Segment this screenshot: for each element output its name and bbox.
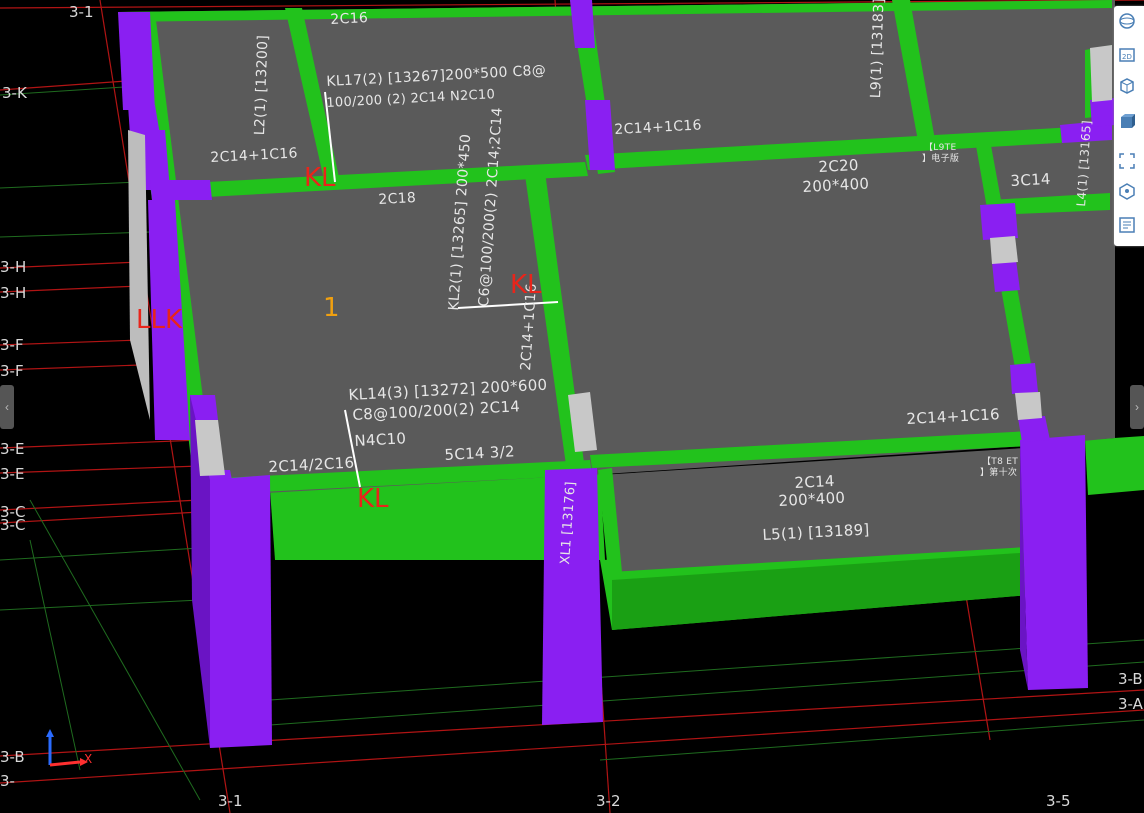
axis-label-bottom: 3-5 <box>1046 792 1071 810</box>
beam-annotation: N4C10 <box>354 429 407 450</box>
axis-label-right: 3-B <box>1118 670 1143 688</box>
model-viewport[interactable]: 3-1 3-K 3-H 3-H 3-F 3-F 3-E 3-E 3-C 3-C … <box>0 0 1144 813</box>
beam-annotation: 5C14 3/2 <box>444 442 516 464</box>
view-toolbar: 2D <box>1114 6 1144 246</box>
right-panel-toggle[interactable]: › <box>1130 385 1144 429</box>
axis-label-left: 3-F <box>0 362 24 380</box>
llk-marker: LLK <box>136 305 183 335</box>
kl-marker: KL <box>357 484 389 514</box>
watermark-text: 】电子版 <box>922 154 960 164</box>
axis-label-right: 3-A <box>1118 695 1143 713</box>
slab-number-marker: 1 <box>323 293 340 323</box>
beam-annotation: 2C18 <box>378 190 417 208</box>
axis-label-bottom: 3-2 <box>596 792 621 810</box>
axis-label-left: 3-E <box>0 465 25 483</box>
axis-gizmo-x-label: X <box>84 752 93 766</box>
beam-annotation: 2C16 <box>330 10 369 28</box>
axis-label-left: 3-C <box>0 516 26 534</box>
axis-label-left: 3-B <box>0 748 25 766</box>
sphere-view-icon[interactable] <box>1118 12 1140 34</box>
watermark-text: 】第十次 <box>980 468 1018 478</box>
svg-text:2D: 2D <box>1122 53 1132 61</box>
3d-cube-view-icon[interactable] <box>1118 76 1140 98</box>
axis-label-left: 3- <box>0 772 15 790</box>
fit-view-icon[interactable] <box>1118 152 1140 174</box>
iso-cube-icon[interactable] <box>1118 182 1140 204</box>
axis-label-left: 3-F <box>0 336 24 354</box>
axis-label-top: 3-1 <box>69 3 94 21</box>
properties-icon[interactable] <box>1118 216 1140 238</box>
kl-marker: KL <box>510 270 542 300</box>
kl-marker: KL <box>304 163 336 193</box>
2d-view-icon[interactable]: 2D <box>1118 46 1140 68</box>
axis-label-left: 3-K <box>2 84 27 102</box>
axis-gizmo <box>46 729 88 767</box>
beam-annotation: 200*400 <box>778 488 846 510</box>
solid-cube-icon[interactable] <box>1118 112 1140 134</box>
slab-annotation: 2C20 <box>818 155 860 176</box>
axis-label-left: 3-E <box>0 440 25 458</box>
left-panel-toggle[interactable]: ‹ <box>0 385 14 429</box>
slab-annotation: 200*400 <box>802 174 870 196</box>
axis-label-left: 3-H <box>0 284 27 302</box>
axis-label-bottom: 3-1 <box>218 792 243 810</box>
axis-label-left: 3-H <box>0 258 27 276</box>
beam-annotation: 3C14 <box>1010 169 1052 190</box>
